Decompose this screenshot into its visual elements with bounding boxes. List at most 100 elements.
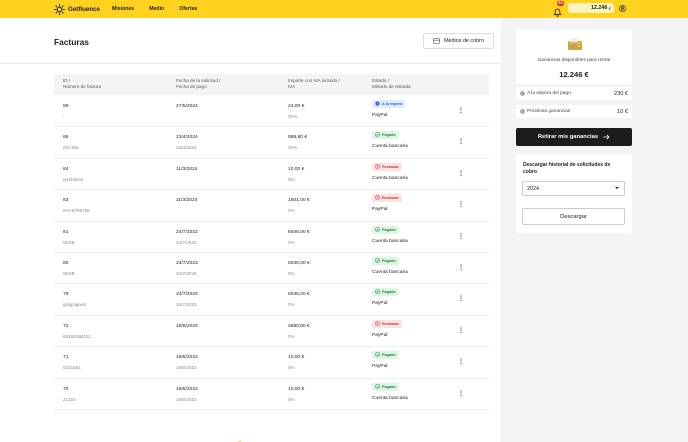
- balance-currency: €: [608, 5, 611, 11]
- status-label: A la espera: [382, 102, 403, 106]
- vat-rate: 0%: [288, 239, 295, 245]
- vat-rate: 0%: [288, 333, 295, 339]
- check-circle-icon: [375, 258, 382, 264]
- request-date: 24/7/2023: [176, 229, 198, 235]
- withdrawal-method: PayPal: [372, 332, 388, 338]
- more-options-icon[interactable]: ⋮: [458, 233, 464, 240]
- amount: 24,00 €: [288, 104, 305, 109]
- more-options-icon[interactable]: ⋮: [458, 201, 464, 208]
- next-earnings-label: Próximas ganancias: [527, 109, 571, 114]
- request-date: 27/5/2024: [176, 104, 198, 109]
- request-date: 16/6/2023: [176, 386, 198, 392]
- balance-pill[interactable]: 12.246 €: [568, 3, 614, 13]
- user-avatar-icon[interactable]: [619, 4, 626, 12]
- status-label: Pagado: [382, 227, 396, 232]
- brand-name: Getfluence: [68, 5, 100, 13]
- request-date: 11/3/2024: [176, 198, 198, 204]
- table-row[interactable]: 70 21321 16/6/2023 16/6/2023 10,00 € 0% Pagado…: [54, 379, 489, 410]
- vat-rate: 0%: [288, 271, 295, 276]
- withdrawal-method: PayPal: [372, 364, 388, 370]
- table-row[interactable]: 86 - 27/5/2024 24,00 € 20% A la espera PayPal ⋮: [54, 96, 489, 128]
- payment-methods-button[interactable]: Medios de cobro: [423, 33, 494, 49]
- brand-logo[interactable]: Getfluence: [54, 3, 100, 15]
- withdrawal-method: PayPal: [372, 113, 388, 118]
- main-nav: Misiones Medio Ofertas: [112, 6, 212, 12]
- check-circle-icon: [375, 289, 382, 295]
- invoice-number: WISE: [63, 239, 75, 245]
- invoice-id: 80: [63, 261, 69, 266]
- credit-card-icon: [433, 38, 440, 44]
- year-select[interactable]: 2024: [522, 181, 625, 196]
- more-options-icon[interactable]: ⋮: [458, 170, 464, 177]
- header-method: Método de retirada: [372, 84, 411, 89]
- invoice-number: 6151651: [63, 365, 81, 371]
- table-row[interactable]: 71 6151651 16/6/2023 16/6/2023 10,00 € 0% Paga…: [54, 347, 489, 379]
- balance-value: 12.246: [590, 5, 608, 11]
- year-select-value: 2024: [527, 185, 539, 192]
- arrow-right-icon: [603, 134, 610, 140]
- header-amount: Importe con IVA incluido /: [288, 78, 340, 83]
- next-earnings-row: Próximas ganancias 10 €: [516, 105, 632, 118]
- withdraw-earnings-label: Retirar mis ganancias: [537, 134, 599, 140]
- more-options-icon[interactable]: ⋮: [458, 138, 464, 145]
- header-vat: IVA: [288, 84, 296, 89]
- header-invoice-number: Número de factura: [63, 84, 102, 89]
- bell-icon: [553, 8, 562, 17]
- invoice-id: 70: [63, 386, 69, 392]
- invoice-id: 84: [63, 166, 69, 172]
- more-options-icon[interactable]: ⋮: [458, 358, 464, 365]
- invoice-id: 83: [63, 198, 69, 204]
- status-badge: A la espera: [372, 100, 406, 108]
- available-earnings-value: 12.246 €: [559, 70, 589, 79]
- vat-rate: 20%: [288, 145, 298, 151]
- request-date: 11/3/2024: [176, 166, 198, 172]
- invoice-id: 85: [63, 135, 69, 141]
- vat-rate: 0%: [288, 302, 295, 308]
- invoice-number: jglvgzigivez: [63, 302, 87, 308]
- table-row[interactable]: 84 tykcbekce 11/3/2024 10,00 € 0% Rechazar Cue…: [54, 159, 489, 191]
- invoice-number: INV-6786785: [63, 208, 90, 214]
- payment-date: 24/7/2023: [176, 271, 197, 276]
- payment-methods-label: Medios de cobro: [444, 38, 484, 44]
- check-circle-icon: [375, 383, 382, 390]
- table-row[interactable]: 79 jglvgzigivez 24/7/2023 24/7/2023 6045,00 …: [54, 284, 489, 316]
- more-options-icon[interactable]: ⋮: [458, 107, 464, 114]
- table-row[interactable]: 72 65165186151 16/6/2023 4680,00 € 0% Rechaza…: [54, 316, 489, 348]
- table-row[interactable]: 80 WISE 24/7/2023 24/7/2023 6045,00 € 0% Pagad…: [54, 253, 489, 285]
- status-label: Rechazar: [382, 164, 399, 169]
- table-row[interactable]: 85 INV-Bla 23/4/2024 23/4/2024 958,80 € 20% Pa…: [54, 127, 489, 159]
- download-history-card: Descargar historial de solicitudes de co…: [516, 155, 632, 233]
- table-row[interactable]: 83 INV-6786785 11/3/2024 1501,00 € 0% Rechaza…: [54, 190, 489, 222]
- request-date: 16/6/2023: [176, 355, 198, 361]
- payment-date: 16/6/2023: [176, 365, 197, 371]
- check-circle-icon: [375, 132, 382, 138]
- pending-payment-value: 230 €: [614, 90, 628, 97]
- more-options-icon[interactable]: ⋮: [458, 390, 464, 397]
- invoices-panel: Facturas Medios de cobro ID / Número de f…: [0, 18, 501, 442]
- notifications-button[interactable]: 34: [553, 0, 564, 17]
- more-options-icon[interactable]: ⋮: [458, 295, 464, 302]
- invoice-number: WISE: [63, 271, 75, 276]
- status-badge: Rechazar: [372, 162, 402, 171]
- nav-item-medio[interactable]: Medio: [149, 6, 164, 12]
- wallet-icon: [568, 38, 582, 50]
- request-date: 23/4/2024: [176, 135, 198, 141]
- more-options-icon[interactable]: ⋮: [458, 264, 464, 271]
- nav-item-misiones[interactable]: Misiones: [112, 6, 134, 12]
- request-date: 16/6/2023: [176, 323, 198, 329]
- table-row[interactable]: 81 WISE 24/7/2023 24/7/2023 6045,00 € 0% Pagad…: [54, 222, 489, 253]
- status-label: Pagado: [382, 133, 396, 138]
- status-label: Pagado: [382, 384, 396, 389]
- more-options-icon[interactable]: ⋮: [458, 327, 464, 334]
- request-date: 24/7/2023: [176, 261, 198, 266]
- withdrawal-method: Cuenta bancaria: [372, 175, 408, 181]
- download-button[interactable]: Descargar: [522, 208, 625, 225]
- withdraw-earnings-button[interactable]: Retirar mis ganancias: [516, 128, 632, 146]
- notification-count-badge: 34: [557, 0, 564, 6]
- invoice-id: 72: [63, 323, 69, 329]
- amount: 10,00 €: [288, 355, 305, 361]
- nav-item-ofertas[interactable]: Ofertas: [179, 6, 197, 12]
- status-badge: Pagado: [372, 131, 399, 140]
- x-circle-icon: [375, 163, 382, 170]
- status-label: Pagado: [382, 259, 396, 263]
